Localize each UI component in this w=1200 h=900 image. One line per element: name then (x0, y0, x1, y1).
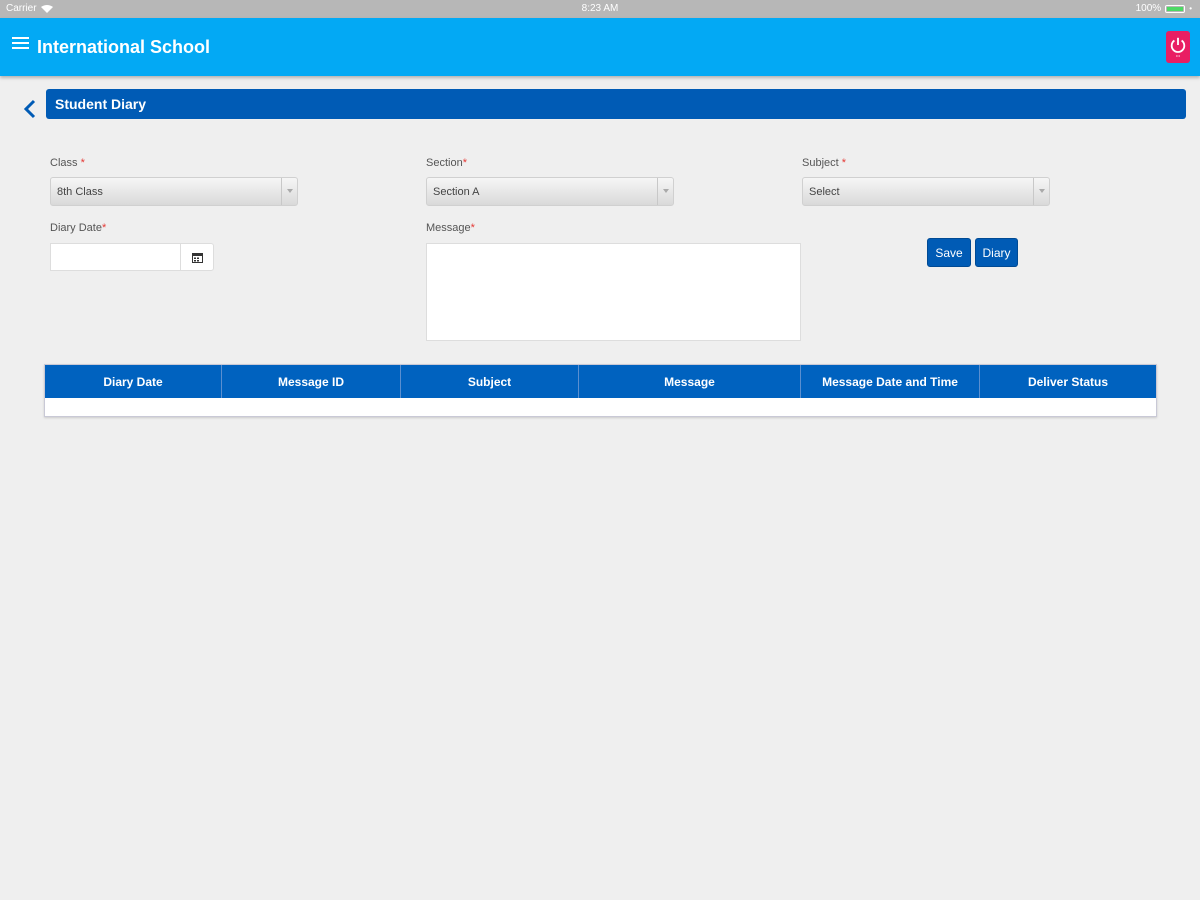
class-select[interactable]: 8th Class (50, 177, 298, 206)
diary-date-label: Diary Date* (50, 222, 107, 234)
hamburger-icon[interactable] (12, 37, 29, 50)
section-select-value: Section A (433, 186, 480, 198)
diary-grid: Diary Date Message ID Subject Message Me… (44, 364, 1157, 417)
column-header-message[interactable]: Message (579, 365, 801, 398)
calendar-icon (191, 252, 203, 263)
save-button[interactable]: Save (927, 238, 971, 267)
charging-icon: • (1189, 4, 1192, 13)
message-label: Message* (426, 222, 475, 234)
app-header: International School ••• (0, 18, 1200, 76)
column-header-subject[interactable]: Subject (401, 365, 579, 398)
battery-indicator: 100% • (1136, 3, 1192, 14)
grid-header: Diary Date Message ID Subject Message Me… (45, 365, 1156, 398)
page-title: Student Diary (55, 96, 147, 112)
clock: 8:23 AM (581, 3, 619, 14)
status-bar: Carrier 8:23 AM 100% • (0, 0, 1200, 18)
app-title: International School (37, 37, 211, 57)
section-label: Section* (426, 157, 467, 169)
page-banner: Student Diary (46, 89, 1186, 119)
required-mark: * (101, 222, 107, 234)
class-select-value: 8th Class (57, 186, 103, 198)
battery-percent: 100% (1135, 3, 1162, 14)
chevron-down-icon (281, 178, 297, 205)
column-header-deliver-status[interactable]: Deliver Status (980, 365, 1156, 398)
required-mark: * (841, 157, 847, 169)
subject-select[interactable]: Select (802, 177, 1050, 206)
power-icon[interactable]: ••• (1166, 31, 1190, 63)
subject-select-value: Select (809, 186, 840, 198)
diary-date-input[interactable] (50, 243, 181, 271)
column-header-message-date-time[interactable]: Message Date and Time (801, 365, 980, 398)
section-select[interactable]: Section A (426, 177, 674, 206)
required-mark: * (470, 222, 475, 234)
column-header-message-id[interactable]: Message ID (222, 365, 401, 398)
required-mark: * (462, 157, 467, 169)
chevron-left-icon[interactable] (22, 97, 38, 121)
calendar-button[interactable] (180, 243, 214, 271)
subject-label: Subject * (802, 157, 847, 169)
chevron-down-icon (1033, 178, 1049, 205)
message-textarea[interactable] (426, 243, 801, 341)
column-header-diary-date[interactable]: Diary Date (45, 365, 222, 398)
chevron-down-icon (657, 178, 673, 205)
battery-icon (1165, 4, 1186, 13)
diary-button[interactable]: Diary (975, 238, 1018, 267)
class-label: Class * (50, 157, 85, 169)
required-mark: * (80, 157, 85, 169)
